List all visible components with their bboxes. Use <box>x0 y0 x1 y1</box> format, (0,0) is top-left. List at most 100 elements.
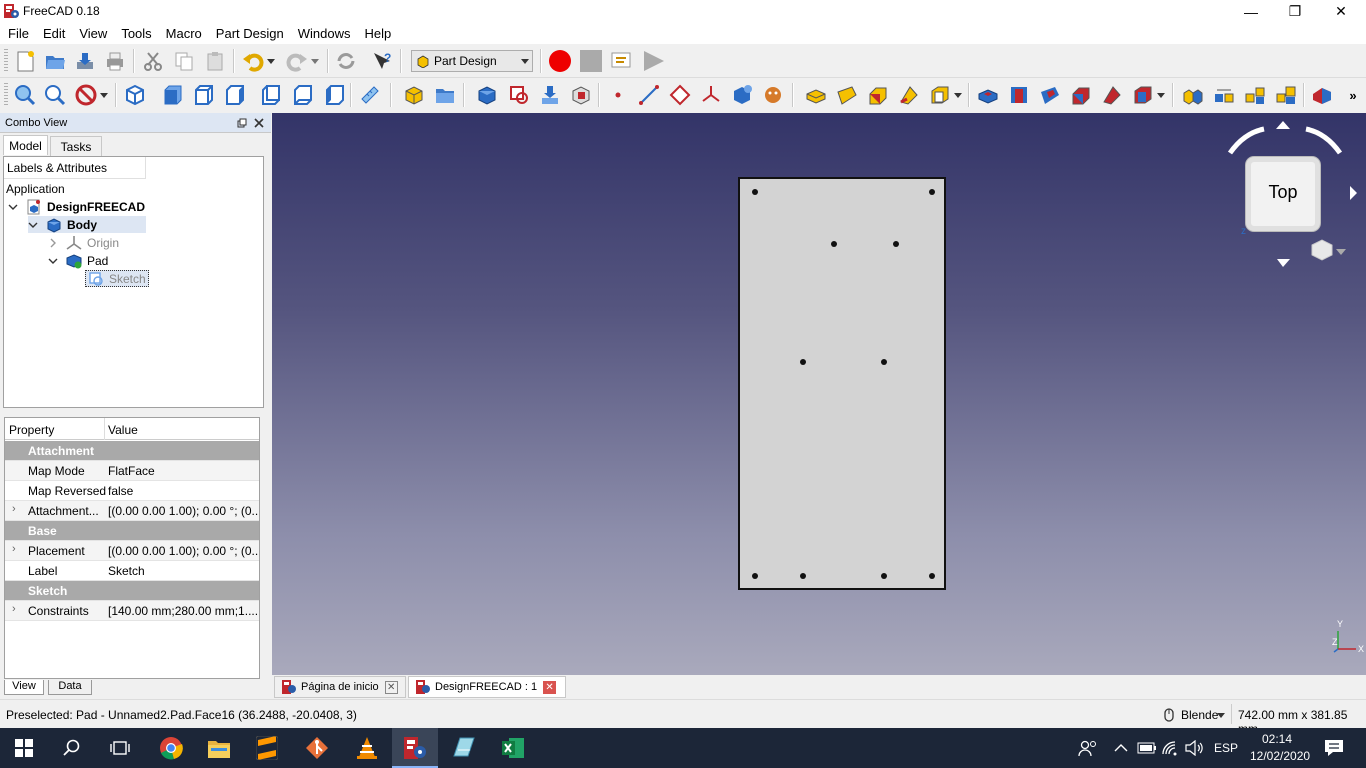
create-sketch-icon[interactable] <box>506 82 532 108</box>
chevron-right-icon[interactable]: › <box>12 543 16 555</box>
excel-icon[interactable] <box>501 736 525 760</box>
property-group[interactable]: Attachment <box>5 441 259 461</box>
property-row-label[interactable]: Label Sketch <box>5 561 259 581</box>
hole-marker[interactable] <box>893 241 899 247</box>
language-indicator[interactable]: ESP <box>1214 741 1238 755</box>
tree-item-sketch[interactable]: Sketch <box>85 270 149 287</box>
minimize-button[interactable]: — <box>1228 0 1274 23</box>
chevron-right-icon[interactable]: › <box>12 603 16 615</box>
measure-distance-icon[interactable] <box>357 82 383 108</box>
macro-edit-icon[interactable] <box>609 48 635 74</box>
validate-sketch-icon[interactable] <box>537 82 563 108</box>
menu-file[interactable]: File <box>1 23 36 44</box>
chevron-up-icon[interactable] <box>1112 736 1130 760</box>
toolbar-grip[interactable] <box>4 83 8 107</box>
linear-pattern-icon[interactable] <box>1211 82 1237 108</box>
additive-primitive-icon[interactable] <box>927 82 953 108</box>
draw-style-icon[interactable] <box>73 82 99 108</box>
toolbar-overflow-icon[interactable]: » <box>1344 82 1362 108</box>
additive-pipe-icon[interactable] <box>896 82 922 108</box>
create-lcs-icon[interactable] <box>698 82 724 108</box>
view-left-icon[interactable] <box>322 82 348 108</box>
battery-icon[interactable] <box>1136 736 1158 760</box>
create-line-icon[interactable] <box>636 82 662 108</box>
close-button[interactable]: ✕ <box>1318 0 1364 23</box>
hole-marker[interactable] <box>831 241 837 247</box>
maximize-button[interactable]: ❐ <box>1272 0 1318 23</box>
view-isometric-icon[interactable] <box>122 82 148 108</box>
tree-item-document[interactable]: DesignFREECAD <box>8 198 145 215</box>
tab-tasks[interactable]: Tasks <box>50 136 102 156</box>
draw-style-dropdown-icon[interactable] <box>97 82 111 108</box>
hole-marker[interactable] <box>752 189 758 195</box>
property-row-attachment[interactable]: › Attachment... [(0.00 0.00 1.00); 0.00 °;… <box>5 501 259 521</box>
tab-data[interactable]: Data <box>48 680 92 695</box>
menu-macro[interactable]: Macro <box>159 23 209 44</box>
subtractive-primitive-icon[interactable] <box>1130 82 1156 108</box>
create-part-icon[interactable] <box>401 82 427 108</box>
windows-start-icon[interactable] <box>12 736 36 760</box>
vlc-icon[interactable] <box>355 736 379 760</box>
tab-view[interactable]: View <box>4 680 44 695</box>
pad-icon[interactable] <box>803 82 829 108</box>
new-document-icon[interactable] <box>12 48 38 74</box>
whats-this-icon[interactable]: ? <box>369 48 395 74</box>
chevron-right-icon[interactable] <box>48 238 58 248</box>
file-explorer-icon[interactable] <box>207 736 231 760</box>
polar-pattern-icon[interactable] <box>1242 82 1268 108</box>
hole-marker[interactable] <box>752 573 758 579</box>
app-glass-icon[interactable] <box>452 736 476 760</box>
cut-icon[interactable] <box>140 48 166 74</box>
undock-icon[interactable] <box>237 118 247 128</box>
create-point-icon[interactable] <box>605 82 631 108</box>
fillet-icon[interactable] <box>1309 82 1335 108</box>
menu-tools[interactable]: Tools <box>114 23 158 44</box>
pocket-icon[interactable] <box>975 82 1001 108</box>
hole-marker[interactable] <box>881 573 887 579</box>
save-icon[interactable] <box>72 48 98 74</box>
view-rear-icon[interactable] <box>258 82 284 108</box>
mirrored-icon[interactable] <box>1180 82 1206 108</box>
chevron-down-icon[interactable] <box>8 202 18 212</box>
tree-item-pad[interactable]: Pad <box>48 252 108 269</box>
subtractive-pipe-icon[interactable] <box>1099 82 1125 108</box>
copy-icon[interactable] <box>171 48 197 74</box>
doc-tab-start-page[interactable]: Página de inicio ✕ <box>274 676 406 698</box>
undo-dropdown-icon[interactable] <box>264 48 278 74</box>
clock-date[interactable]: 12/02/2020 <box>1250 749 1310 763</box>
chevron-down-icon[interactable] <box>28 220 38 230</box>
property-group[interactable]: Sketch <box>5 581 259 601</box>
pad-top-face[interactable] <box>738 177 946 590</box>
refresh-icon[interactable] <box>333 48 359 74</box>
chevron-down-icon[interactable] <box>1217 713 1225 719</box>
git-icon[interactable] <box>305 736 329 760</box>
close-tab-icon[interactable]: ✕ <box>384 680 398 694</box>
macro-record-icon[interactable] <box>547 48 573 74</box>
tree-item-origin[interactable]: Origin <box>48 234 119 251</box>
property-row-constraints[interactable]: › Constraints [140.00 mm;280.00 mm;1.... <box>5 601 259 621</box>
toolbar-grip[interactable] <box>4 49 8 73</box>
navcube-face-top[interactable]: Top <box>1246 157 1320 231</box>
create-clone-icon[interactable] <box>760 82 786 108</box>
macro-stop-icon[interactable] <box>578 48 604 74</box>
create-body-icon[interactable] <box>474 82 500 108</box>
multi-transform-icon[interactable] <box>1273 82 1299 108</box>
property-row-map-mode[interactable]: Map Mode FlatFace <box>5 461 259 481</box>
subtractive-primitive-dropdown-icon[interactable] <box>1154 82 1168 108</box>
workbench-selector[interactable]: Part Design <box>411 50 533 72</box>
clock-time[interactable]: 02:14 <box>1262 732 1292 746</box>
revolution-icon[interactable] <box>834 82 860 108</box>
navigation-cube[interactable]: Top z <box>1226 119 1358 269</box>
property-row-map-reversed[interactable]: Map Reversed false <box>5 481 259 501</box>
undo-icon[interactable] <box>240 48 266 74</box>
fit-all-icon[interactable] <box>12 82 38 108</box>
menu-part-design[interactable]: Part Design <box>209 23 291 44</box>
groove-icon[interactable] <box>1037 82 1063 108</box>
view-right-icon[interactable] <box>222 82 248 108</box>
additive-primitive-dropdown-icon[interactable] <box>951 82 965 108</box>
volume-icon[interactable] <box>1184 736 1206 760</box>
check-geometry-icon[interactable] <box>568 82 594 108</box>
fit-selection-icon[interactable] <box>42 82 68 108</box>
menu-help[interactable]: Help <box>357 23 398 44</box>
open-folder-icon[interactable] <box>42 48 68 74</box>
